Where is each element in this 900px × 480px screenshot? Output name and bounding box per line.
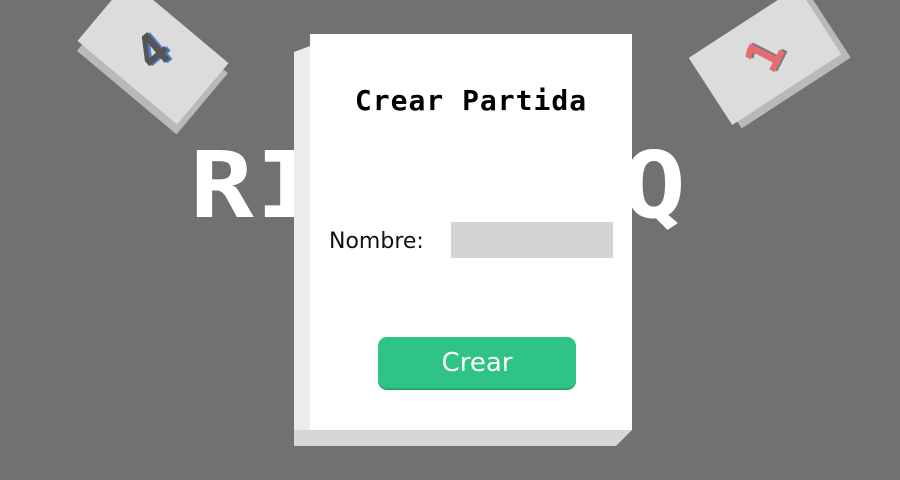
dialog-panel: Crear Partida Nombre: Crear [310, 34, 632, 430]
dialog-left-edge [294, 46, 310, 440]
create-button[interactable]: Crear [378, 337, 576, 388]
dialog-bottom-edge [294, 430, 632, 446]
card-4: 4 [77, 0, 229, 125]
game-screen: RI Q 4 1 Crear Partida Nombre: Crear [0, 0, 900, 480]
name-label: Nombre: [329, 229, 424, 254]
card-number: 1 [733, 30, 797, 82]
dialog-title: Crear Partida [354, 84, 588, 117]
card-number: 4 [123, 21, 183, 83]
name-input[interactable] [451, 222, 613, 258]
card-1: 1 [688, 0, 842, 125]
create-game-dialog: Crear Partida Nombre: Crear [294, 34, 632, 446]
